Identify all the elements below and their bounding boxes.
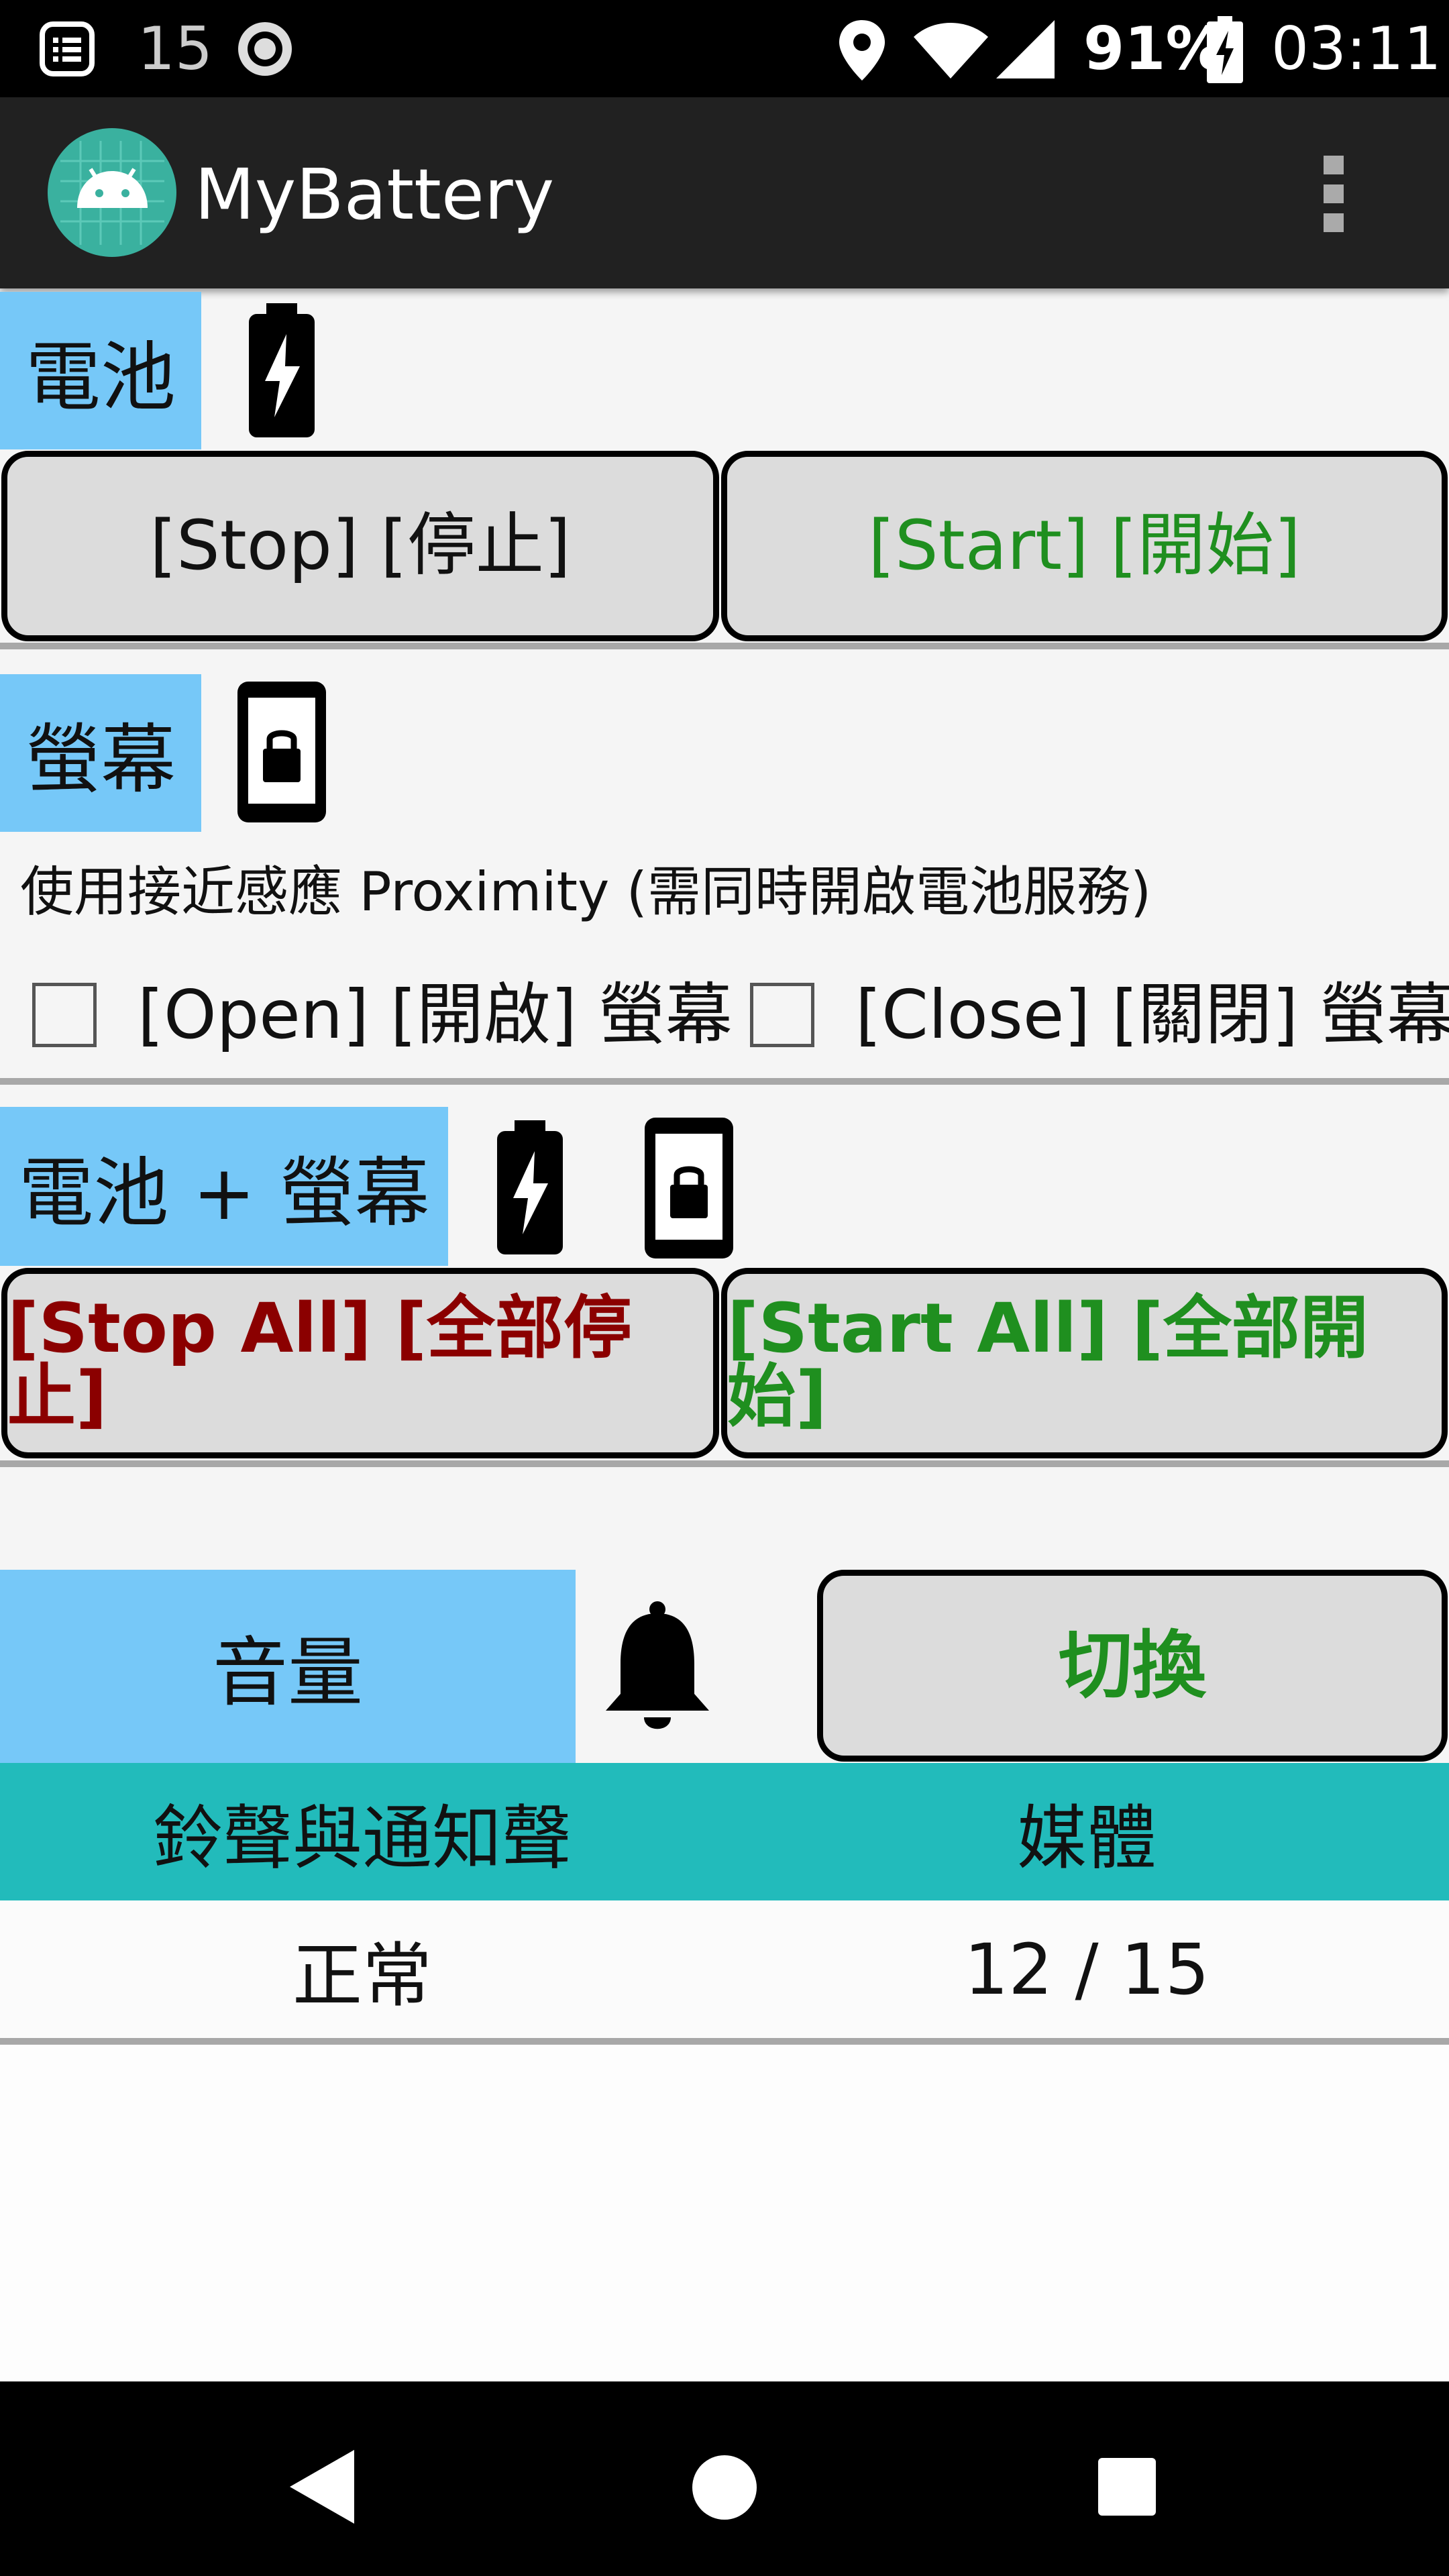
notification-count: 15 — [138, 14, 213, 83]
open-screen-label[interactable]: [Open] [開啟] 螢幕 — [138, 969, 733, 1060]
divider — [0, 643, 1449, 649]
proximity-description: 使用接近感應 Proximity (需同時開啟電池服務) — [20, 861, 1152, 923]
divider — [0, 2038, 1449, 2045]
location-icon — [839, 20, 885, 80]
divider — [0, 1078, 1449, 1085]
header-ringtone: 鈴聲與通知聲 — [152, 1797, 572, 1879]
bell-icon — [606, 1601, 709, 1729]
phone-lock-icon — [645, 1118, 733, 1258]
volume-table-header: 鈴聲與通知聲 媒體 — [0, 1763, 1449, 1900]
cellular-signal-icon — [996, 20, 1055, 78]
recents-icon[interactable] — [1097, 2457, 1157, 2517]
clock: 03:11 — [1271, 14, 1442, 83]
volume-section-label: 音量 — [0, 1570, 576, 1763]
home-icon[interactable] — [691, 2454, 758, 2521]
start-all-button[interactable]: [Start All] [全部開始] — [721, 1268, 1448, 1458]
status-bar: 15 91% 03:11 — [0, 0, 1449, 97]
navigation-bar — [0, 2381, 1449, 2576]
ringtone-value: 正常 — [292, 1935, 432, 2017]
screen-section-label: 螢幕 — [0, 674, 201, 832]
battery-section-label: 電池 — [0, 292, 201, 449]
app-bar: MyBattery — [0, 97, 1449, 288]
app-title: MyBattery — [195, 154, 555, 235]
wifi-icon — [914, 23, 988, 78]
divider — [0, 1460, 1449, 1467]
stop-all-button[interactable]: [Stop All] [全部停止] — [1, 1268, 719, 1458]
empty-area — [0, 2045, 1449, 2381]
phone-lock-icon — [237, 682, 326, 822]
close-screen-label[interactable]: [Close] [關閉] 螢幕 — [855, 969, 1449, 1060]
open-screen-checkbox[interactable] — [32, 983, 97, 1047]
status-battery-icon — [1207, 16, 1243, 83]
battery-charging-icon — [249, 303, 315, 437]
start-button[interactable]: [Start] [開始] — [721, 451, 1448, 641]
overflow-menu-icon[interactable] — [1320, 152, 1347, 236]
table-row: 正常 12 / 15 — [0, 1900, 1449, 2038]
notification-list-icon — [40, 21, 95, 76]
back-icon[interactable] — [288, 2449, 356, 2526]
media-value: 12 / 15 — [964, 1928, 1210, 2010]
combined-section-label: 電池 + 螢幕 — [0, 1107, 448, 1266]
header-media: 媒體 — [1016, 1797, 1157, 1879]
close-screen-checkbox[interactable] — [750, 983, 814, 1047]
android-app-icon — [48, 128, 176, 257]
stop-button[interactable]: [Stop] [停止] — [1, 451, 719, 641]
battery-charging-icon — [497, 1120, 563, 1254]
record-icon — [238, 22, 292, 76]
toggle-button[interactable]: 切換 — [817, 1570, 1448, 1762]
